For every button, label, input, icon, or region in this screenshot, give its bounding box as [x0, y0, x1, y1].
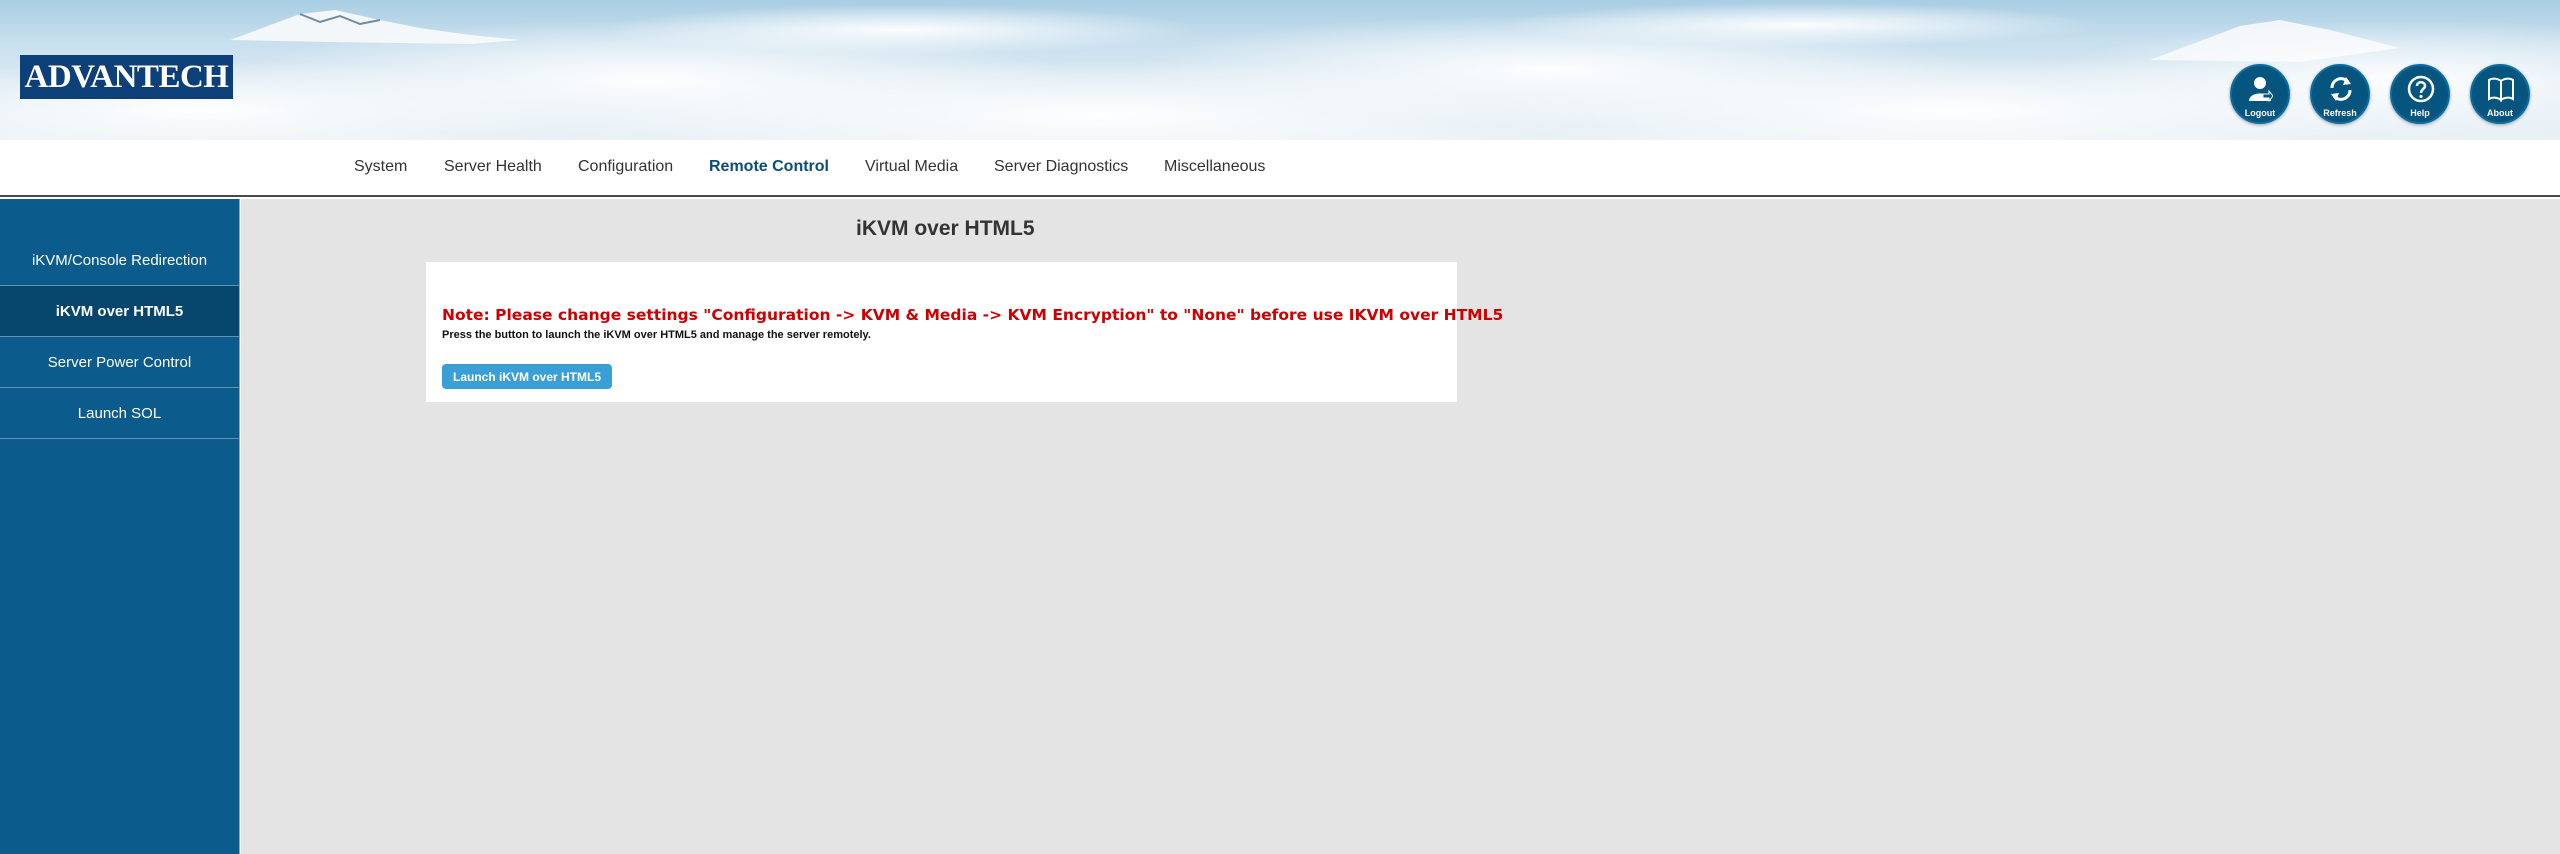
logout-label: Logout: [2244, 108, 2276, 118]
refresh-icon: [2330, 77, 2352, 101]
nav-configuration[interactable]: Configuration: [578, 158, 673, 176]
nav-system[interactable]: System: [354, 158, 407, 176]
sidebar: iKVM/Console Redirection iKVM over HTML5…: [0, 199, 240, 854]
nav-virtual-media[interactable]: Virtual Media: [865, 158, 958, 176]
nav-remote-control[interactable]: Remote Control: [709, 158, 829, 176]
sidebar-item-launch-sol[interactable]: Launch SOL: [0, 388, 239, 439]
launch-description: Press the button to launch the iKVM over…: [442, 329, 871, 341]
about-button[interactable]: About: [2470, 64, 2530, 124]
sidebar-item-ikvm-console-redirection[interactable]: iKVM/Console Redirection: [0, 235, 239, 286]
page-title: iKVM over HTML5: [856, 217, 1035, 240]
refresh-button[interactable]: Refresh: [2310, 64, 2370, 124]
sidebar-item-ikvm-over-html5[interactable]: iKVM over HTML5: [0, 286, 239, 337]
main-nav: System Server Health Configuration Remot…: [0, 140, 2560, 197]
sky-background: [0, 3, 2560, 140]
logout-button[interactable]: Logout: [2230, 64, 2290, 124]
help-icon: [2407, 75, 2435, 103]
advantech-logo: ADVANTECH: [20, 55, 233, 99]
nav-server-diagnostics[interactable]: Server Diagnostics: [994, 158, 1128, 176]
user-icon: [2249, 77, 2273, 103]
content-panel: Note: Please change settings "Configurat…: [426, 262, 1504, 402]
nav-server-health[interactable]: Server Health: [444, 158, 542, 176]
about-label: About: [2487, 108, 2513, 118]
logo-text: ADVANTECH: [24, 59, 229, 95]
launch-ikvm-html5-button[interactable]: Launch iKVM over HTML5: [442, 364, 612, 389]
main-content: iKVM over HTML5 Note: Please change sett…: [241, 199, 2560, 854]
help-label: Help: [2410, 108, 2430, 118]
sidebar-item-server-power-control[interactable]: Server Power Control: [0, 337, 239, 388]
help-button[interactable]: Help: [2390, 64, 2450, 124]
header-banner: ADVANTECH Logout Refresh Help About: [0, 0, 2560, 140]
refresh-label: Refresh: [2323, 108, 2357, 118]
nav-miscellaneous[interactable]: Miscellaneous: [1164, 158, 1265, 176]
book-icon: [2488, 77, 2514, 102]
encryption-note: Note: Please change settings "Configurat…: [442, 306, 1504, 324]
